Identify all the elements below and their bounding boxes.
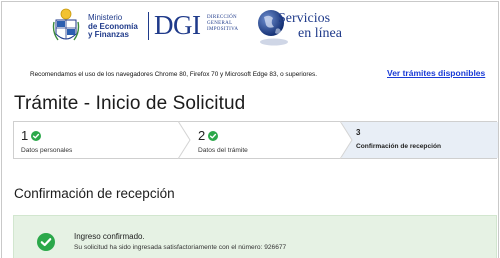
check-circle-icon [31, 131, 41, 141]
step-2: 2 Datos del trámite [184, 122, 344, 158]
dgi-subtitle: Dirección General Impositiva [207, 15, 238, 33]
success-title: Ingreso confirmado. [74, 232, 145, 241]
header: Ministerio de Economía y Finanzas DGI Di… [2, 2, 498, 60]
uruguay-coat-of-arms-icon [52, 8, 80, 41]
ministry-logo-text: Ministerio de Economía y Finanzas [88, 13, 138, 40]
success-alert: Ingreso confirmado. Su solicitud ha sido… [13, 215, 497, 258]
step-2-label: Datos del trámite [198, 147, 248, 154]
step-1-number: 1 [21, 128, 29, 143]
ministry-line-3: y Finanzas [88, 30, 129, 39]
page-frame: Ministerio de Economía y Finanzas DGI Di… [1, 1, 499, 258]
check-circle-icon [37, 233, 55, 251]
services-online-logo: Servicios en línea [278, 11, 342, 41]
logo-divider [148, 12, 149, 40]
step-separator-icon [340, 121, 353, 159]
step-3-number: 3 [356, 128, 361, 137]
available-procedures-link[interactable]: Ver trámites disponibles [387, 68, 485, 78]
services-line-1: Servicios [278, 11, 331, 26]
services-line-2: en línea [298, 26, 342, 41]
section-title: Confirmación de recepción [14, 186, 175, 201]
step-1-label: Datos personales [21, 147, 73, 154]
browser-notice: Recomendamos el uso de los navegadores C… [30, 71, 318, 78]
check-circle-icon [208, 131, 218, 141]
page-title: Trámite - Inicio de Solicitud [14, 93, 246, 114]
success-message: Su solicitud ha sido ingresada satisfact… [74, 244, 287, 251]
dgi-logo: DGI [154, 10, 201, 40]
stepper: 1 Datos personales 2 Datos del trámite 3… [13, 121, 498, 159]
step-3-label: Confirmación de recepción [356, 143, 442, 150]
step-2-number: 2 [198, 128, 206, 143]
step-3-current: 3 Confirmación de recepción [340, 121, 498, 159]
step-1: 1 Datos personales [14, 122, 184, 158]
dgi-sub-line-3: Impositiva [207, 27, 239, 32]
